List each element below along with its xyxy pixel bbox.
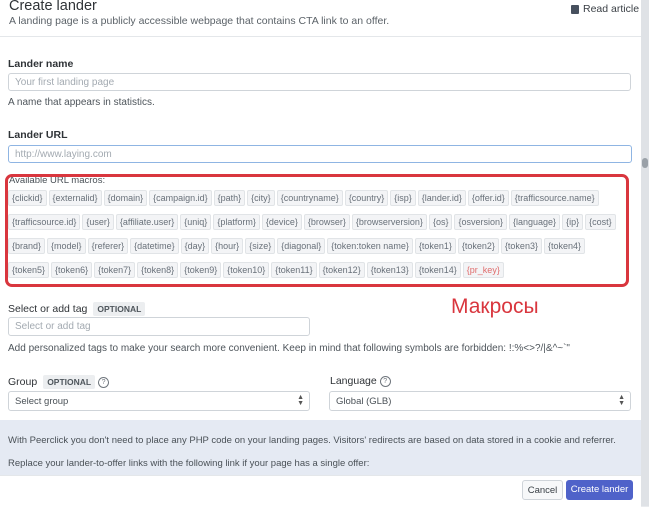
tag-optional-badge: OPTIONAL <box>93 302 146 316</box>
page-scrollbar[interactable] <box>641 0 649 506</box>
cancel-button[interactable]: Cancel <box>522 480 563 500</box>
lander-url-input[interactable]: http://www.laying.com <box>8 145 632 163</box>
info-panel: With Peerclick you don't need to place a… <box>0 420 641 482</box>
read-article-label: Read article <box>583 3 640 15</box>
info-line-1: With Peerclick you don't need to place a… <box>8 435 616 446</box>
scrollbar-thumb[interactable] <box>642 158 648 168</box>
lander-name-label: Lander name <box>8 58 74 70</box>
create-lander-button[interactable]: Create lander <box>566 480 633 500</box>
language-select-value: Global (GLB) <box>336 396 392 407</box>
group-label-row: Group OPTIONAL? <box>8 375 110 389</box>
lander-name-hint: A name that appears in statistics. <box>8 97 155 108</box>
group-select-value: Select group <box>15 396 69 407</box>
macros-annotation: Макросы <box>451 295 539 318</box>
select-caret-icon: ▲ ▼ <box>297 394 304 407</box>
lander-url-label: Lander URL <box>8 129 68 141</box>
language-select[interactable]: Global (GLB) ▲ ▼ <box>329 391 631 411</box>
group-label: Group <box>8 376 38 388</box>
tag-input[interactable]: Select or add tag <box>8 317 310 336</box>
read-article-link[interactable]: Read article <box>571 3 639 15</box>
group-select[interactable]: Select group ▲ ▼ <box>8 391 310 411</box>
modal-title: Create lander <box>9 0 97 14</box>
macros-highlight-box <box>5 174 629 287</box>
help-icon[interactable]: ? <box>98 376 110 388</box>
tag-hint: Add personalized tags to make your searc… <box>8 343 570 354</box>
tag-label: Select or add tag <box>8 303 88 315</box>
info-line-2: Replace your lander-to-offer links with … <box>8 458 370 469</box>
help-icon[interactable]: ? <box>379 375 391 387</box>
modal-subtitle: A landing page is a publicly accessible … <box>9 15 390 27</box>
lander-name-input[interactable]: Your first landing page <box>8 73 631 91</box>
group-optional-badge: OPTIONAL <box>43 375 96 389</box>
create-lander-modal: Create lander A landing page is a public… <box>0 0 641 507</box>
language-label: Language <box>330 375 377 387</box>
modal-header: Create lander A landing page is a public… <box>0 0 641 37</box>
tag-label-row: Select or add tag OPTIONAL <box>8 302 146 316</box>
select-caret-icon: ▲ ▼ <box>618 394 625 407</box>
language-label-row: Language? <box>330 375 391 387</box>
book-icon <box>571 4 579 14</box>
